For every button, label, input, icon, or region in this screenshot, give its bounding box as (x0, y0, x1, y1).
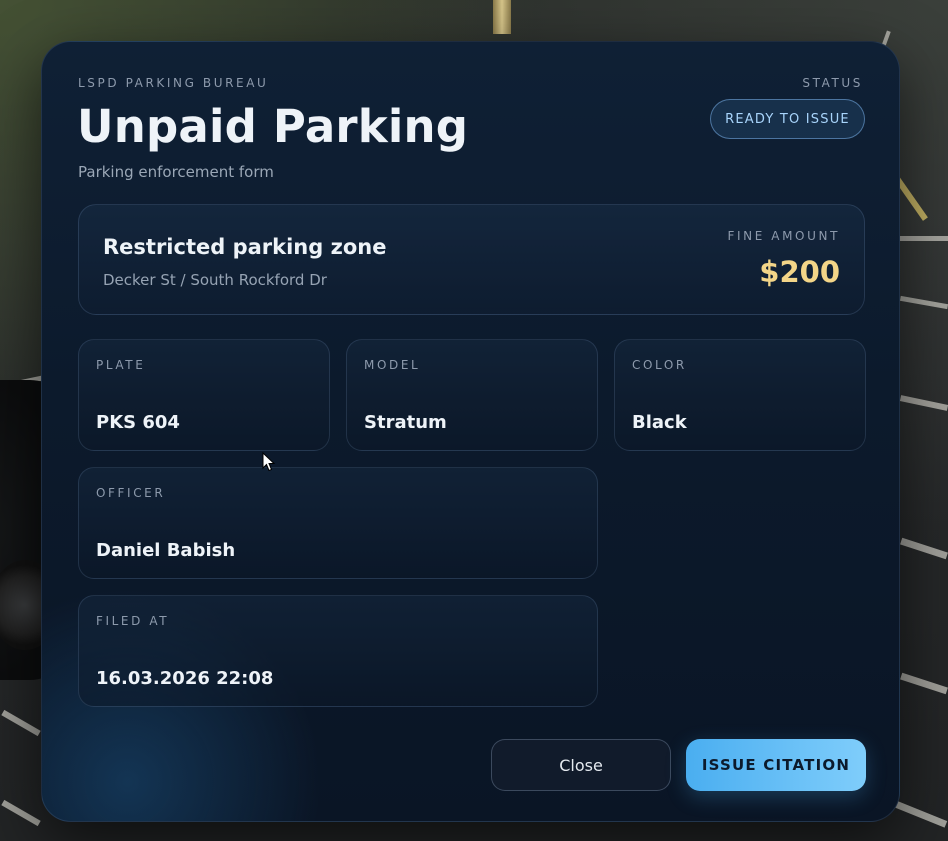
fine-amount-value: $200 (759, 255, 840, 289)
filed-at-label: FILED AT (96, 614, 170, 628)
plate-field: PLATE PKS 604 (78, 339, 330, 451)
officer-label: OFFICER (96, 486, 166, 500)
parking-line (1, 709, 41, 737)
plate-label: PLATE (96, 358, 146, 372)
citation-modal: LSPD PARKING BUREAU Unpaid Parking Parki… (41, 41, 900, 822)
violation-title: Restricted parking zone (103, 235, 387, 259)
status-label: STATUS (802, 76, 863, 90)
violation-location: Decker St / South Rockford Dr (103, 271, 327, 289)
mouse-pointer-icon (262, 452, 276, 472)
parking-line (900, 672, 948, 695)
color-label: COLOR (632, 358, 687, 372)
parking-line (899, 395, 948, 411)
close-button[interactable]: Close (491, 739, 671, 791)
parking-line (890, 799, 948, 828)
violation-summary-card: Restricted parking zone Decker St / Sout… (78, 204, 865, 315)
parking-line (899, 295, 948, 310)
issue-citation-button[interactable]: ISSUE CITATION (686, 739, 866, 791)
model-value: Stratum (364, 412, 447, 433)
color-field: COLOR Black (614, 339, 866, 451)
officer-field: OFFICER Daniel Babish (78, 467, 598, 579)
plate-value: PKS 604 (96, 412, 180, 433)
filed-at-value: 16.03.2026 22:08 (96, 668, 274, 689)
model-label: MODEL (364, 358, 421, 372)
street-pole (493, 0, 511, 34)
filed-at-field: FILED AT 16.03.2026 22:08 (78, 595, 598, 707)
fine-amount-label: FINE AMOUNT (727, 229, 840, 243)
status-badge: READY TO ISSUE (710, 99, 865, 139)
parking-line (900, 537, 948, 560)
color-value: Black (632, 412, 687, 433)
parking-line (900, 236, 948, 241)
bureau-label: LSPD PARKING BUREAU (78, 76, 269, 90)
officer-value: Daniel Babish (96, 540, 236, 561)
parking-line (1, 799, 41, 827)
model-field: MODEL Stratum (346, 339, 598, 451)
page-title: Unpaid Parking (77, 100, 469, 153)
page-subtitle: Parking enforcement form (78, 163, 274, 181)
